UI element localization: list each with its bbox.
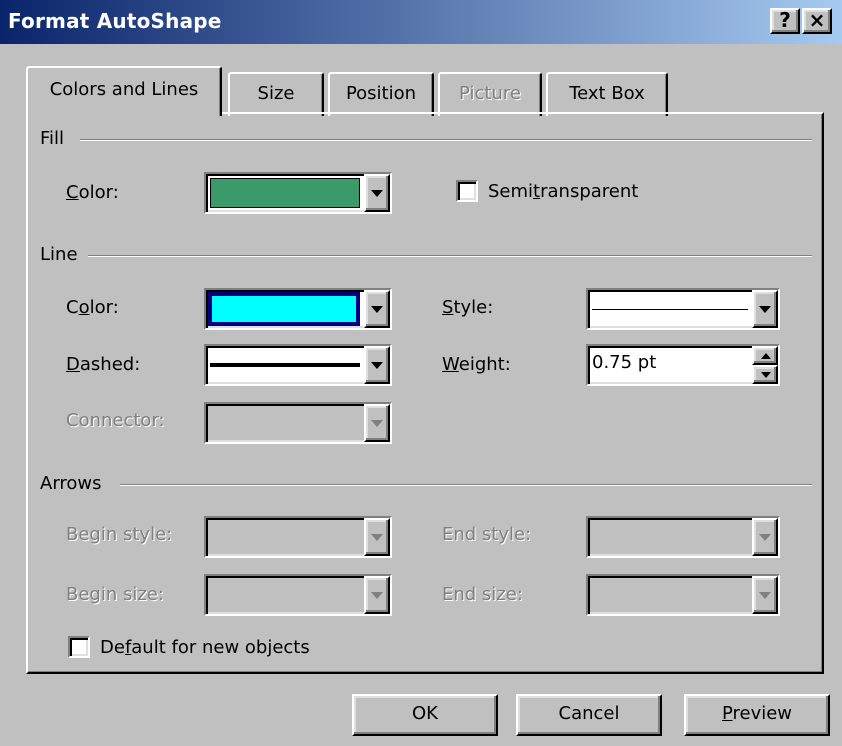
close-icon: × (808, 8, 826, 32)
arrows-group-label: Arrows (40, 473, 110, 494)
preview-button[interactable]: Preview (684, 694, 830, 736)
help-icon: ? (779, 8, 791, 32)
line-color-dropdown[interactable] (204, 288, 392, 330)
fill-divider (80, 139, 812, 141)
ok-button[interactable]: OK (352, 694, 498, 736)
tab-colors-and-lines[interactable]: Colors and Lines (26, 66, 222, 116)
chevron-down-icon (759, 306, 771, 313)
end-style-label: End style: (442, 524, 532, 545)
line-color-label: Color: (66, 297, 119, 318)
begin-size-label: Begin size: (66, 584, 164, 605)
end-size-label: End size: (442, 584, 523, 605)
line-divider (88, 255, 812, 257)
end-style-dropdown-button (752, 518, 778, 556)
line-group-label: Line (40, 244, 86, 265)
arrow-down-icon (761, 372, 771, 378)
dashed-dropdown-button[interactable] (364, 346, 390, 384)
tab-size[interactable]: Size (228, 72, 324, 116)
end-style-dropdown (586, 516, 780, 558)
fill-color-swatch (210, 178, 360, 208)
fill-group-label: Fill (40, 128, 73, 149)
begin-style-label: Begin style: (66, 524, 173, 545)
tab-position[interactable]: Position (328, 72, 434, 116)
dashed-sample (210, 363, 360, 367)
arrows-divider (120, 484, 812, 486)
chevron-down-icon (371, 534, 383, 541)
line-style-dropdown[interactable] (586, 288, 780, 330)
tab-text-box[interactable]: Text Box (546, 72, 668, 116)
begin-style-dropdown-button (364, 518, 390, 556)
chevron-down-icon (371, 190, 383, 197)
window-title: Format AutoShape (8, 9, 222, 33)
weight-label: Weight: (442, 354, 511, 375)
line-style-label: Style: (442, 297, 494, 318)
chevron-down-icon (759, 534, 771, 541)
chevron-down-icon (371, 592, 383, 599)
cancel-button[interactable]: Cancel (516, 694, 662, 736)
tab-picture: Picture (438, 72, 542, 116)
chevron-down-icon (371, 362, 383, 369)
fill-color-dropdown-button[interactable] (364, 174, 390, 212)
semitransparent-checkbox[interactable] (456, 180, 478, 202)
dashed-label: Dashed: (66, 354, 141, 375)
fill-color-label: Color: (66, 182, 119, 203)
weight-up-button[interactable] (752, 346, 778, 365)
end-size-dropdown-button (752, 576, 778, 614)
chevron-down-icon (371, 306, 383, 313)
fill-color-dropdown[interactable] (204, 172, 392, 214)
default-label: Default for new objects (100, 637, 310, 658)
end-size-dropdown (586, 574, 780, 616)
connector-dropdown-button (364, 404, 390, 442)
chevron-down-icon (371, 420, 383, 427)
connector-label: Connector: (66, 410, 165, 431)
line-style-dropdown-button[interactable] (752, 290, 778, 328)
begin-size-dropdown (204, 574, 392, 616)
title-bar: Format AutoShape ? × (0, 0, 842, 44)
close-button[interactable]: × (802, 8, 832, 34)
line-style-sample (592, 309, 748, 310)
weight-down-button[interactable] (752, 365, 778, 384)
begin-style-dropdown (204, 516, 392, 558)
default-checkbox[interactable] (68, 636, 90, 658)
dashed-dropdown[interactable] (204, 344, 392, 386)
weight-spinner[interactable]: 0.75 pt (586, 344, 780, 386)
help-button[interactable]: ? (770, 8, 800, 34)
weight-value[interactable]: 0.75 pt (592, 352, 656, 373)
line-color-swatch (212, 296, 356, 322)
semitransparent-label: Semitransparent (488, 181, 639, 202)
chevron-down-icon (759, 592, 771, 599)
line-color-dropdown-button[interactable] (364, 290, 390, 328)
connector-dropdown (204, 402, 392, 444)
begin-size-dropdown-button (364, 576, 390, 614)
arrow-up-icon (761, 353, 771, 359)
